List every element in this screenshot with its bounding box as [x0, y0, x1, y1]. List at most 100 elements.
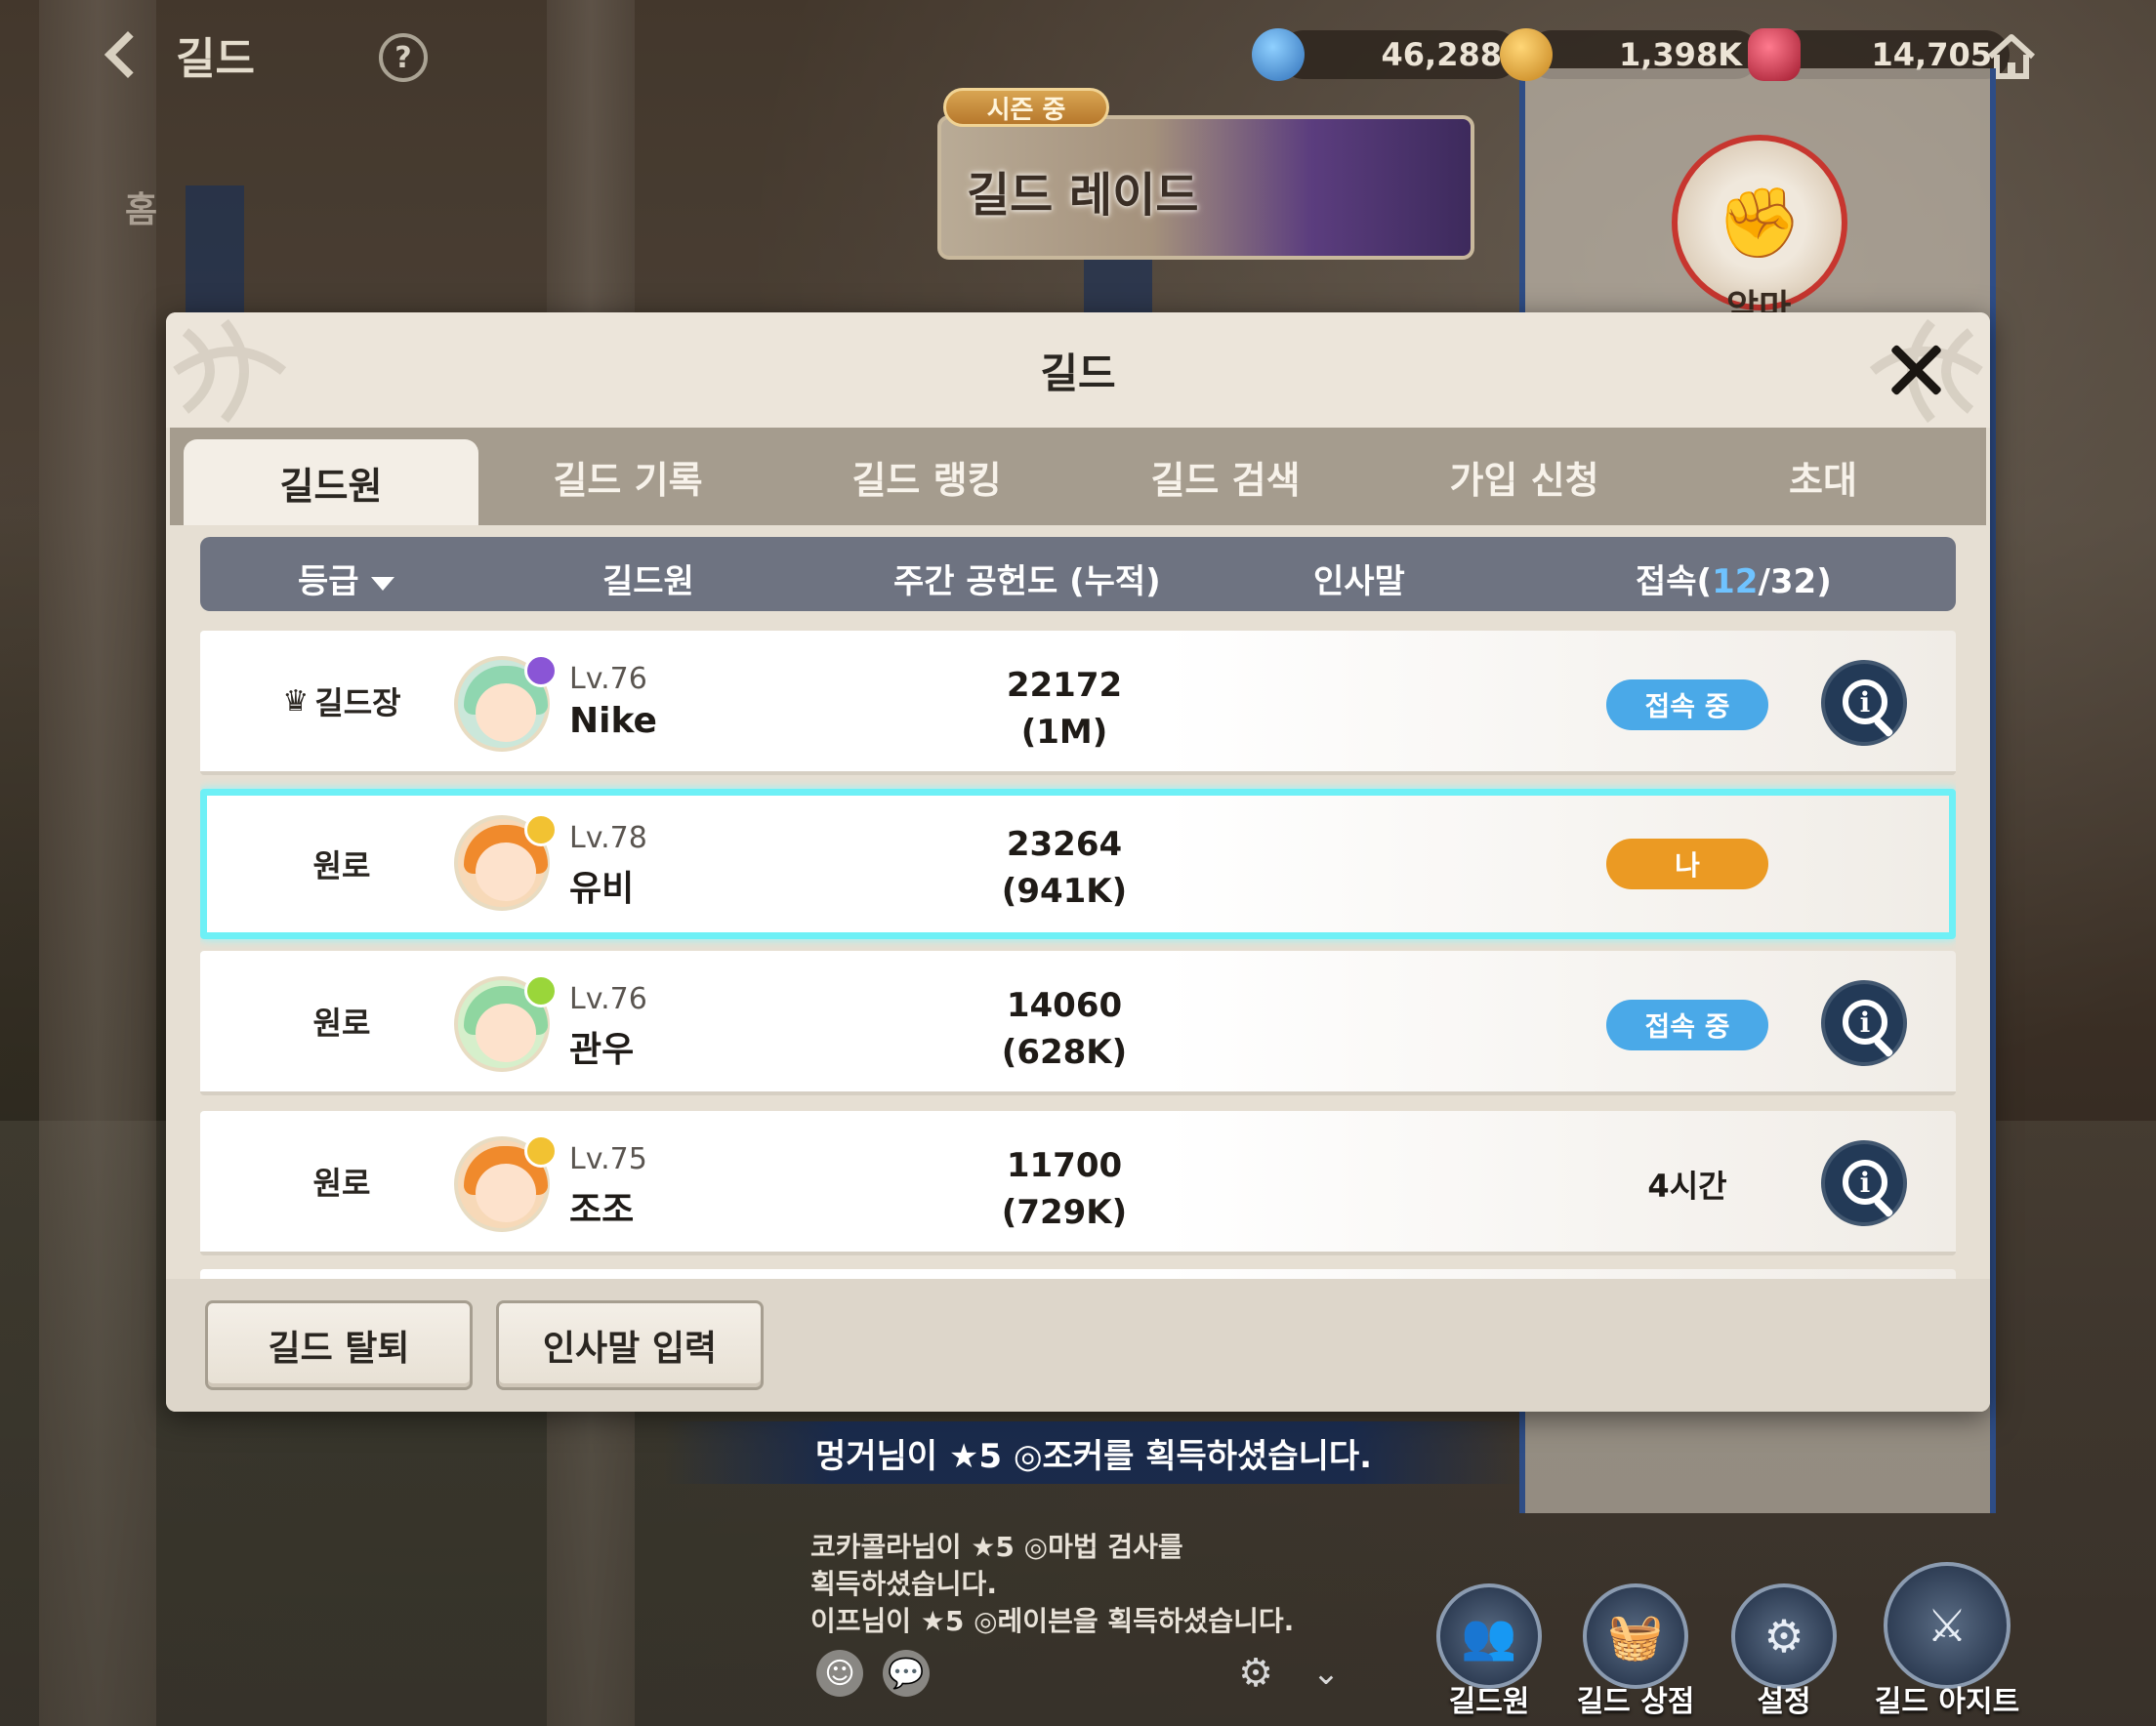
- element-badge-icon: [524, 974, 558, 1007]
- info-magnifier-icon: i: [1843, 679, 1887, 724]
- sort-rank-button[interactable]: 등급: [298, 555, 394, 602]
- side-menu-home: 홈: [125, 190, 158, 230]
- member-rank: 원로: [312, 847, 371, 884]
- member-contribution: 14060 (628K): [786, 982, 1343, 1076]
- weekly-contribution: 22172: [1006, 666, 1123, 705]
- column-member: 길드원: [602, 562, 694, 601]
- modal-footer: 길드 탈퇴 인사말 입력: [166, 1279, 1990, 1412]
- column-contribution: 주간 공헌도 (누적): [893, 562, 1161, 601]
- guild-modal: 길드 길드원 길드 기록 길드 랭킹 길드 검색 가입 신청 초대 등급 길드원…: [166, 312, 1990, 1412]
- column-online: 접속(12/32): [1636, 555, 1832, 602]
- member-contribution: 23264 (941K): [786, 821, 1343, 915]
- status-badge: 접속 중: [1606, 1000, 1768, 1050]
- online-separator: /: [1758, 562, 1770, 601]
- enter-greeting-button[interactable]: 인사말 입력: [496, 1300, 764, 1390]
- back-button[interactable]: 길드: [98, 23, 255, 86]
- screen-title: 길드: [176, 34, 255, 84]
- total-contribution: (1M): [1020, 713, 1108, 752]
- member-row[interactable]: 원로 Lv.76 관우 14060 (628K) 접속 중 i: [200, 951, 1956, 1095]
- raid-title: 길드 레이드: [967, 168, 1199, 223]
- member-list[interactable]: ♛ 길드장 Lv.76 Nike 22172 (1M) 접속 중 i 원로 Lv.7…: [200, 631, 1956, 1285]
- close-icon[interactable]: [1886, 340, 1945, 398]
- member-level: Lv.76: [569, 662, 647, 696]
- blue-gem-icon: [1252, 28, 1305, 81]
- chat-settings-icon[interactable]: ⚙: [1232, 1650, 1279, 1697]
- chevron-left-icon: [104, 30, 152, 79]
- settings-icon: ⚙: [1731, 1583, 1837, 1689]
- info-magnifier-icon: i: [1843, 1000, 1887, 1045]
- chat-line: 코카콜라님이 ★5 ◎마법 검사를: [810, 1531, 1183, 1563]
- nav-label: 설정: [1757, 1685, 1811, 1719]
- chat-log: 코카콜라님이 ★5 ◎마법 검사를 획득하셨습니다. 이프님이 ★5 ◎레이븐을…: [810, 1529, 1318, 1640]
- emoji-icon[interactable]: ☺: [816, 1650, 863, 1697]
- avatar[interactable]: [454, 813, 558, 911]
- modal-title: 길드: [1040, 349, 1116, 397]
- crown-icon: ♛: [282, 683, 310, 719]
- chat-line: 이프님이 ★5 ◎레이븐을 획득하셨습니다.: [810, 1605, 1295, 1637]
- avatar[interactable]: [454, 974, 558, 1072]
- avatar-face: [476, 1164, 536, 1222]
- online-suffix: ): [1816, 562, 1832, 601]
- member-name: 조조: [569, 1190, 635, 1230]
- info-magnifier-icon: i: [1843, 1160, 1887, 1205]
- member-row-me[interactable]: 원로 Lv.78 유비 23264 (941K) 나: [200, 789, 1956, 939]
- member-level: Lv.76: [569, 982, 647, 1016]
- magnifier-handle: [1873, 1037, 1894, 1058]
- season-tag: 시즌 중: [943, 88, 1109, 127]
- member-rank: 원로: [312, 1165, 371, 1202]
- online-prefix: 접속(: [1636, 562, 1713, 601]
- guild-shop-icon: 🧺: [1583, 1583, 1688, 1689]
- celtic-knot-icon: [173, 318, 287, 424]
- nav-guild-shop[interactable]: 🧺 길드 상점: [1572, 1583, 1699, 1720]
- leave-guild-button[interactable]: 길드 탈퇴: [205, 1300, 473, 1390]
- member-rank: ♛ 길드장: [200, 631, 483, 771]
- nav-guild-members[interactable]: 👥 길드원: [1426, 1583, 1553, 1720]
- avatar-face: [476, 842, 536, 901]
- online-count: 12: [1712, 562, 1759, 601]
- acquisition-notice: 멍거님이 ★5 ◎조커를 획득하셨습니다.: [664, 1421, 1523, 1484]
- member-level: Lv.75: [569, 1142, 647, 1176]
- help-icon[interactable]: ?: [379, 33, 428, 82]
- member-row[interactable]: ♛ 길드장 Lv.76 Nike 22172 (1M) 접속 중 i: [200, 631, 1956, 775]
- currency-blue-gem[interactable]: 46,288: [1252, 25, 1519, 84]
- nav-settings[interactable]: ⚙ 설정: [1721, 1583, 1847, 1720]
- nav-guild-hideout[interactable]: ⚔ 길드 아지트: [1869, 1562, 2025, 1720]
- tab-invite[interactable]: 초대: [1674, 428, 1972, 525]
- gold-coin-icon: [1500, 28, 1553, 81]
- member-name: 관우: [569, 1030, 635, 1070]
- chat-bubble-icon[interactable]: 💬: [883, 1650, 930, 1697]
- element-badge-icon: [524, 813, 558, 846]
- element-badge-icon: [524, 1134, 558, 1168]
- weekly-contribution: 11700: [1006, 1146, 1123, 1185]
- column-rank: 등급: [298, 562, 359, 601]
- avatar-face: [476, 1004, 536, 1062]
- nav-label: 길드원: [1448, 1685, 1530, 1719]
- guild-members-icon: 👥: [1436, 1583, 1542, 1689]
- member-info-button[interactable]: i: [1821, 980, 1907, 1066]
- tab-bar: 길드원 길드 기록 길드 랭킹 길드 검색 가입 신청 초대: [170, 428, 1986, 525]
- avatar[interactable]: [454, 1134, 558, 1232]
- tab-guild-members[interactable]: 길드원: [184, 439, 478, 525]
- chevron-down-icon[interactable]: ⌄: [1303, 1650, 1349, 1697]
- currency-value: 46,288: [1279, 30, 1519, 79]
- modal-header: 길드: [166, 312, 1990, 428]
- weekly-contribution: 23264: [1006, 825, 1123, 864]
- element-badge-icon: [524, 654, 558, 687]
- member-name: Nike: [569, 701, 657, 741]
- tab-guild-ranking[interactable]: 길드 랭킹: [777, 428, 1076, 525]
- column-header: 등급 길드원 주간 공헌도 (누적) 인사말 접속(12/32): [200, 537, 1956, 611]
- online-total: 32: [1769, 562, 1817, 601]
- status-badge-me: 나: [1606, 839, 1768, 889]
- tab-guild-log[interactable]: 길드 기록: [478, 428, 777, 525]
- member-row[interactable]: 원로 Lv.75 조조 11700 (729K) 4시간 i: [200, 1111, 1956, 1255]
- total-contribution: (628K): [1001, 1033, 1128, 1072]
- tab-guild-search[interactable]: 길드 검색: [1076, 428, 1375, 525]
- avatar[interactable]: [454, 654, 558, 752]
- total-contribution: (729K): [1001, 1193, 1128, 1232]
- chat-line: 획득하셨습니다.: [810, 1568, 997, 1600]
- status-badge: 접속 중: [1606, 679, 1768, 730]
- tab-join-requests[interactable]: 가입 신청: [1375, 428, 1674, 525]
- member-info-button[interactable]: i: [1821, 1140, 1907, 1226]
- member-info-button[interactable]: i: [1821, 660, 1907, 746]
- member-contribution: 11700 (729K): [786, 1142, 1343, 1236]
